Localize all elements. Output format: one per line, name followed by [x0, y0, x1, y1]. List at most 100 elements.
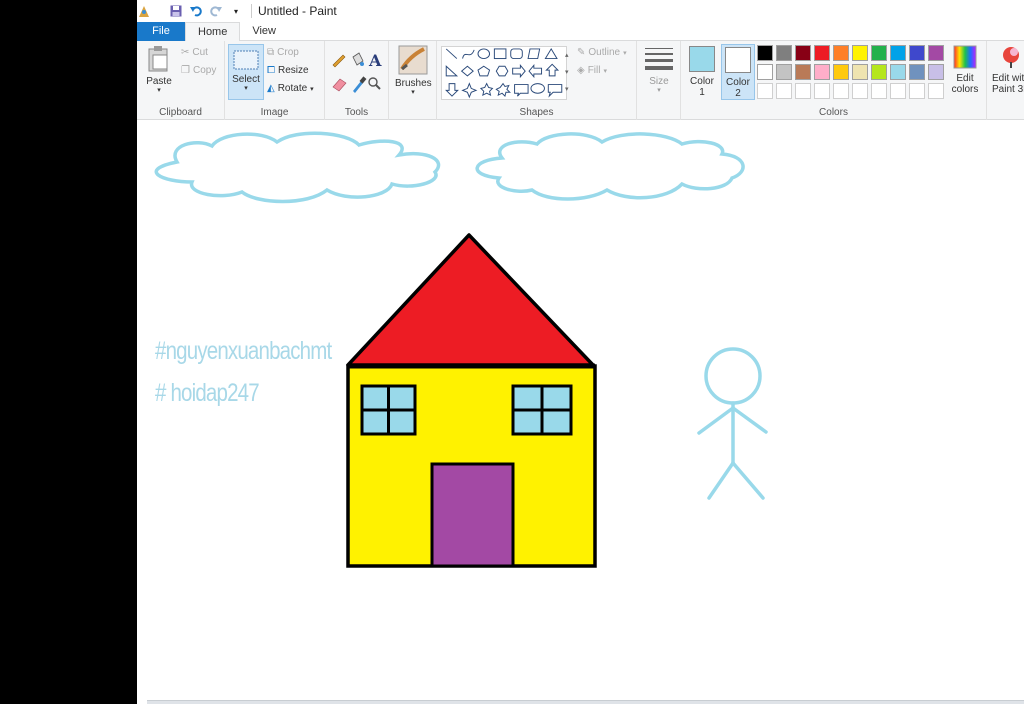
color-picker-icon[interactable]	[353, 76, 367, 93]
rotate-button[interactable]: ◭ Rotate ▾	[267, 83, 314, 94]
crop-icon: ⧉	[267, 47, 275, 58]
horizontal-scrollbar[interactable]	[147, 700, 1024, 704]
paint-app-icon[interactable]	[137, 4, 151, 18]
palette-swatch[interactable]	[928, 64, 944, 80]
custom-color-slot[interactable]	[757, 83, 773, 99]
pencil-icon[interactable]	[332, 54, 346, 68]
brushes-button[interactable]: Brushes ▾	[395, 45, 432, 96]
custom-color-slot[interactable]	[776, 83, 792, 99]
cut-button[interactable]: ✂ Cut	[181, 47, 208, 58]
drawing-canvas[interactable]: #nguyenxuanbachmt # hoidap247	[137, 120, 1024, 704]
tab-file[interactable]: File	[137, 22, 185, 41]
redo-icon[interactable]	[209, 4, 223, 18]
color1-label: Color	[690, 76, 714, 87]
palette-swatch[interactable]	[833, 45, 849, 61]
fill-bucket-icon[interactable]	[352, 52, 364, 66]
house-window-left	[360, 384, 417, 436]
copy-icon: ❐	[181, 65, 190, 76]
custom-color-slot[interactable]	[852, 83, 868, 99]
color1-button[interactable]: Color 1	[685, 44, 719, 100]
size-button[interactable]: Size ▾	[641, 45, 677, 94]
select-dropdown-icon[interactable]: ▾	[229, 85, 263, 92]
outline-button[interactable]: ✎ Outline ▾	[577, 47, 627, 58]
palette-swatch[interactable]	[795, 45, 811, 61]
palette-swatch[interactable]	[852, 45, 868, 61]
colors-group: Color 1 Color 2 Edit colors Colors	[681, 41, 987, 120]
tab-view[interactable]: View	[240, 22, 288, 41]
palette-swatch[interactable]	[890, 64, 906, 80]
paste-dropdown-icon[interactable]: ▾	[145, 87, 173, 94]
tab-home[interactable]: Home	[185, 22, 241, 41]
fill-icon: ◈	[577, 65, 585, 76]
fill-label: Fill	[587, 65, 601, 76]
crop-button[interactable]: ⧉ Crop	[267, 47, 299, 58]
custom-color-slot[interactable]	[833, 83, 849, 99]
palette-swatch[interactable]	[833, 64, 849, 80]
custom-color-slot[interactable]	[890, 83, 906, 99]
outline-icon: ✎	[577, 47, 586, 58]
shapes-gallery[interactable]	[441, 46, 567, 100]
paint3d-label-1: Edit with	[992, 73, 1024, 84]
copy-button[interactable]: ❐ Copy	[181, 65, 216, 76]
palette-swatch[interactable]	[909, 45, 925, 61]
ribbon: Paste ▾ ✂ Cut ❐ Copy Clipboard Select ▾ …	[137, 41, 1024, 120]
save-icon[interactable]	[169, 4, 183, 18]
image-group-label: Image	[260, 107, 289, 118]
eraser-icon[interactable]	[332, 78, 347, 92]
custom-color-slot[interactable]	[928, 83, 944, 99]
palette-swatch[interactable]	[757, 45, 773, 61]
line-size-icon	[645, 48, 673, 70]
select-rectangle-icon	[233, 50, 259, 70]
size-label: Size	[649, 76, 669, 87]
palette-swatch[interactable]	[814, 45, 830, 61]
palette-swatch[interactable]	[909, 64, 925, 80]
custom-color-slot[interactable]	[909, 83, 925, 99]
svg-text:A: A	[368, 51, 382, 70]
brushes-group: Brushes ▾	[389, 41, 437, 120]
custom-color-slot[interactable]	[795, 83, 811, 99]
brushes-label: Brushes	[395, 78, 432, 89]
image-group: Select ▾ ⧉ Crop ⧠ Resize ◭ Rotate ▾ Imag…	[225, 41, 325, 120]
custom-color-slot[interactable]	[871, 83, 887, 99]
fill-dropdown-icon: ▾	[603, 67, 607, 75]
palette-swatch[interactable]	[890, 45, 906, 61]
paste-button[interactable]: Paste ▾	[145, 45, 173, 94]
paste-icon	[148, 46, 168, 72]
palette-swatch[interactable]	[757, 64, 773, 80]
palette-swatch[interactable]	[871, 64, 887, 80]
palette-swatch[interactable]	[852, 64, 868, 80]
palette-swatch[interactable]	[871, 45, 887, 61]
select-button[interactable]: Select ▾	[228, 44, 264, 100]
undo-icon[interactable]	[189, 4, 203, 18]
color2-button[interactable]: Color 2	[721, 44, 755, 100]
fill-button[interactable]: ◈ Fill ▾	[577, 65, 607, 76]
rotate-dropdown-icon[interactable]: ▾	[310, 85, 314, 93]
shapes-scroll-icon[interactable]: ▴ ▾ ▾	[565, 47, 569, 98]
color2-number: 2	[735, 88, 741, 99]
brushes-dropdown-icon[interactable]: ▾	[395, 89, 431, 96]
palette-swatch[interactable]	[928, 45, 944, 61]
edit-colors-button[interactable]: Edit colors	[947, 44, 983, 95]
edit-with-paint3d-button[interactable]: Edit with Paint 3D	[992, 44, 1024, 95]
palette-swatch[interactable]	[776, 64, 792, 80]
text-icon[interactable]: A	[368, 51, 382, 70]
hashtag-line-1: #nguyenxuanbachmt	[155, 337, 332, 365]
palette-swatch[interactable]	[795, 64, 811, 80]
colors-group-label: Colors	[819, 107, 848, 118]
clipboard-group: Paste ▾ ✂ Cut ❐ Copy Clipboard	[137, 41, 225, 120]
palette-swatch[interactable]	[814, 64, 830, 80]
size-group: Size ▾	[637, 41, 681, 120]
stick-figure	[697, 347, 768, 500]
quick-access-toolbar: ▾	[137, 0, 243, 22]
paint3d-icon	[1003, 47, 1019, 68]
title-bar: ▾ Untitled - Paint	[137, 0, 1024, 22]
palette-swatch[interactable]	[776, 45, 792, 61]
color1-swatch	[689, 46, 715, 72]
resize-button[interactable]: ⧠ Resize	[267, 65, 309, 76]
custom-color-slot[interactable]	[814, 83, 830, 99]
scissors-icon: ✂	[181, 47, 190, 58]
brush-icon	[398, 45, 428, 75]
magnifier-icon[interactable]	[368, 77, 381, 90]
rotate-icon: ◭	[267, 83, 275, 94]
customize-toolbar-icon[interactable]: ▾	[229, 4, 243, 18]
